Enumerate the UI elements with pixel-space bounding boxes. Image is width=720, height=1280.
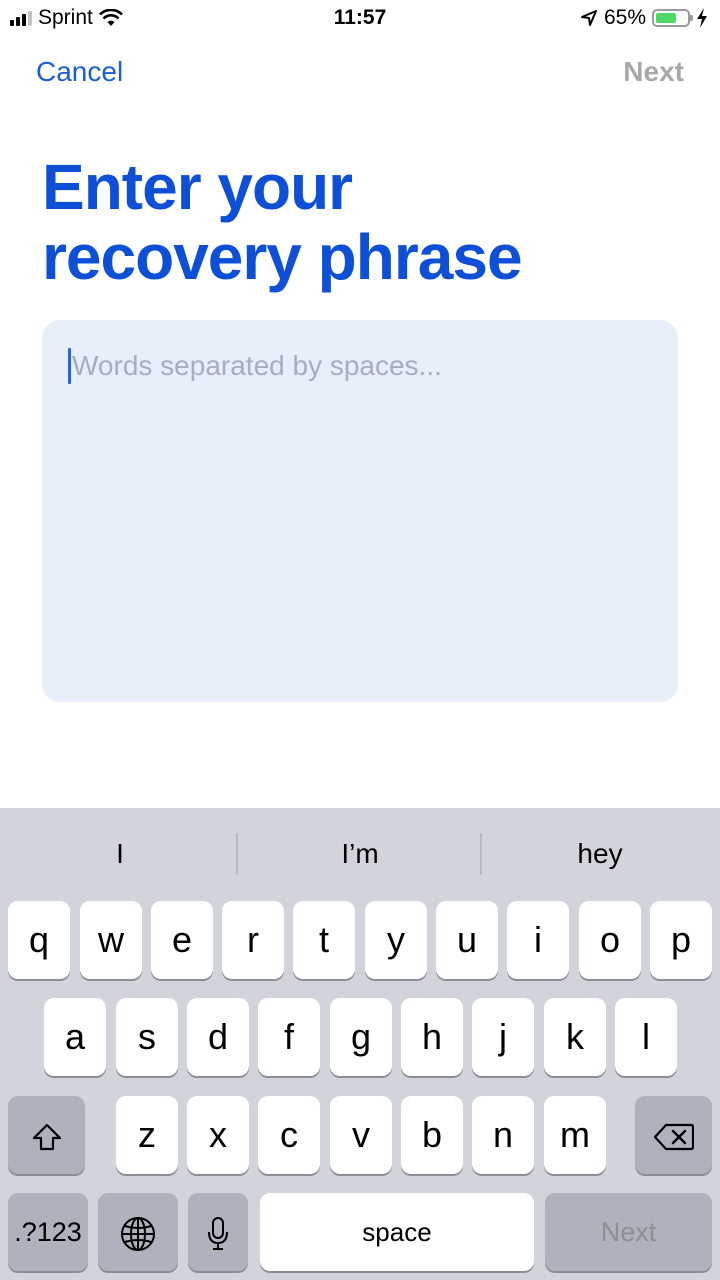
key-w[interactable]: w	[80, 901, 142, 979]
battery-icon	[652, 9, 693, 27]
suggestion-divider	[480, 833, 482, 875]
key-f[interactable]: f	[258, 998, 320, 1076]
suggestion-divider	[236, 833, 238, 875]
key-o[interactable]: o	[579, 901, 641, 979]
space-key[interactable]: space	[260, 1193, 534, 1271]
backspace-icon	[653, 1124, 694, 1151]
recovery-phrase-input[interactable]: Words separated by spaces...	[42, 320, 678, 702]
key-j[interactable]: j	[472, 998, 534, 1076]
cancel-button[interactable]: Cancel	[36, 56, 123, 88]
globe-icon	[121, 1217, 155, 1252]
suggestion-2[interactable]: I’m	[240, 808, 480, 900]
key-z[interactable]: z	[116, 1096, 178, 1174]
key-s[interactable]: s	[116, 998, 178, 1076]
key-u[interactable]: u	[436, 901, 498, 979]
page-title: Enter your recovery phrase	[42, 152, 682, 292]
key-c[interactable]: c	[258, 1096, 320, 1174]
key-i[interactable]: i	[507, 901, 569, 979]
location-arrow-icon	[580, 10, 597, 26]
shift-key[interactable]	[8, 1096, 85, 1174]
dictation-key[interactable]	[188, 1193, 248, 1271]
shift-icon	[32, 1124, 61, 1151]
suggestion-1[interactable]: I	[0, 808, 240, 900]
next-button[interactable]: Next	[623, 56, 684, 88]
key-a[interactable]: a	[44, 998, 106, 1076]
text-caret	[68, 348, 71, 384]
status-bar: Sprint 11:57 65%	[0, 0, 720, 40]
suggestion-3[interactable]: hey	[480, 808, 720, 900]
recovery-phrase-placeholder: Words separated by spaces...	[72, 350, 442, 381]
status-right: 65%	[580, 6, 708, 30]
key-b[interactable]: b	[401, 1096, 463, 1174]
key-t[interactable]: t	[293, 901, 355, 979]
keyboard-next-key[interactable]: Next	[545, 1193, 712, 1271]
battery-percent: 65%	[603, 6, 646, 29]
key-k[interactable]: k	[544, 998, 606, 1076]
microphone-icon	[208, 1217, 228, 1251]
key-q[interactable]: q	[8, 901, 70, 979]
globe-key[interactable]	[98, 1193, 178, 1271]
key-e[interactable]: e	[151, 901, 213, 979]
battery-fill	[656, 13, 676, 23]
key-r[interactable]: r	[222, 901, 284, 979]
key-v[interactable]: v	[330, 1096, 392, 1174]
title-line-2: recovery phrase	[42, 221, 523, 293]
key-x[interactable]: x	[187, 1096, 249, 1174]
key-p[interactable]: p	[650, 901, 712, 979]
key-g[interactable]: g	[330, 998, 392, 1076]
charging-bolt-icon	[697, 8, 707, 28]
title-line-1: Enter your	[42, 151, 353, 223]
keyboard: I I’m hey q w e r t y u i o p a s d f g …	[0, 808, 720, 1280]
numbers-key[interactable]: .?123	[8, 1193, 88, 1271]
key-l[interactable]: l	[615, 998, 677, 1076]
key-n[interactable]: n	[472, 1096, 534, 1174]
key-y[interactable]: y	[365, 901, 427, 979]
key-m[interactable]: m	[544, 1096, 606, 1174]
key-h[interactable]: h	[401, 998, 463, 1076]
suggestion-bar: I I’m hey	[0, 808, 720, 900]
backspace-key[interactable]	[635, 1096, 712, 1174]
key-d[interactable]: d	[187, 998, 249, 1076]
